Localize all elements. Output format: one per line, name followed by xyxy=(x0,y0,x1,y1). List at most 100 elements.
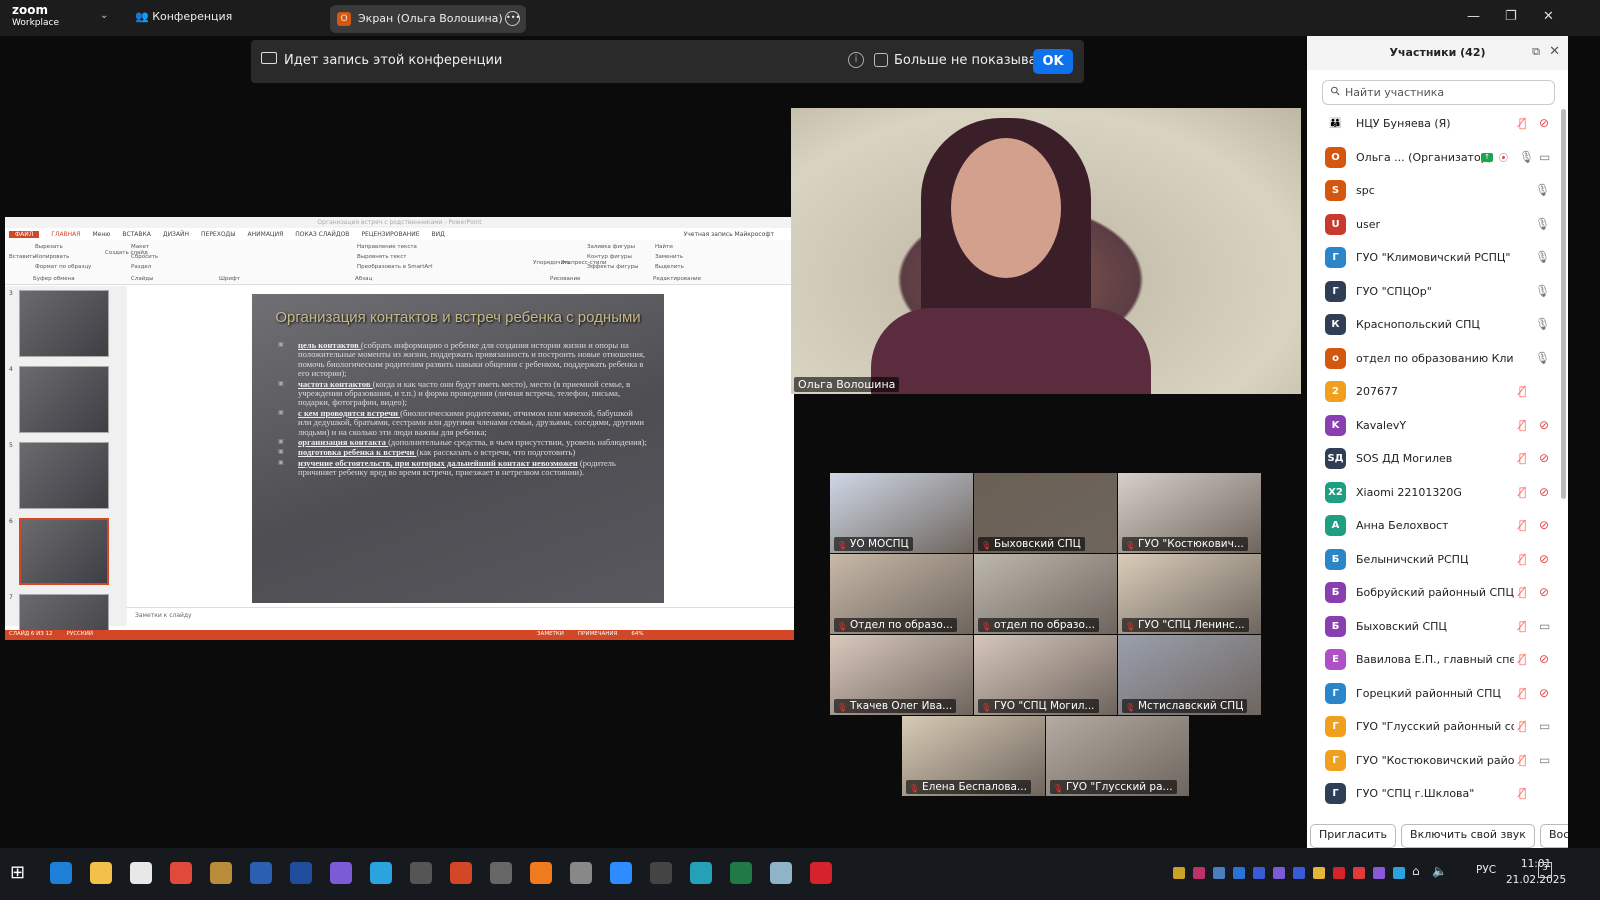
status-button[interactable]: ПРИМЕЧАНИЯ xyxy=(578,631,617,639)
participant-search-input[interactable]: Найти участника xyxy=(1322,80,1555,105)
mic-muted-icon[interactable]: 🎙̸ xyxy=(1519,384,1526,398)
participant-row[interactable]: K KavalevY 🎙̸ ⊘ xyxy=(1307,409,1568,443)
telegram-icon[interactable] xyxy=(370,862,392,884)
mic-muted-icon[interactable]: 🎙̸ xyxy=(1519,451,1526,465)
ribbon-item[interactable]: Эффекты фигуры xyxy=(587,264,639,270)
slide-thumbnail[interactable] xyxy=(19,290,109,357)
clock[interactable]: 11:01 21.02.2025 xyxy=(1506,856,1566,888)
ppt-tab[interactable]: ГЛАВНАЯ xyxy=(51,231,80,238)
viber-icon[interactable] xyxy=(330,862,352,884)
mic-muted-icon[interactable]: 🎙̸ xyxy=(1519,485,1526,499)
slide-canvas[interactable]: Организация контактов и встреч ребенка с… xyxy=(252,294,664,603)
slide-thumbnail[interactable] xyxy=(19,518,109,585)
ribbon-item[interactable]: Найти xyxy=(655,244,673,250)
participant-row[interactable]: Б Белыничский РСПЦ 🎙̸ ⊘ xyxy=(1307,543,1568,577)
ribbon-item[interactable]: Формат по образцу xyxy=(35,264,91,270)
participant-row[interactable]: 👪 НЦУ Буняева (Я) 🎙̸ ⊘ xyxy=(1307,107,1568,141)
participant-row[interactable]: Е Вавилова Е.П., главный специ... 🎙̸ ⊘ xyxy=(1307,643,1568,677)
ribbon-item[interactable]: Заливка фигуры xyxy=(587,244,635,250)
excel-icon[interactable] xyxy=(730,862,752,884)
notifications-icon[interactable]: 3 xyxy=(1538,862,1552,878)
tray-icon[interactable] xyxy=(1233,867,1245,879)
ribbon-item[interactable]: Слайды xyxy=(131,276,153,282)
mic-muted-icon[interactable]: 🎙̸ xyxy=(1519,552,1526,566)
participant-row[interactable]: Б Быховский СПЦ 🎙̸ ▭ xyxy=(1307,610,1568,644)
mic-icon[interactable]: 🎙 xyxy=(1535,250,1550,264)
ribbon-item[interactable]: Сбросить xyxy=(131,254,158,260)
tray-icon[interactable] xyxy=(1273,867,1285,879)
participant-row[interactable]: Г ГУО "СПЦ г.Шклова" 🎙̸ xyxy=(1307,777,1568,811)
ok-button[interactable]: OK xyxy=(1033,49,1073,74)
obs-icon[interactable] xyxy=(650,862,672,884)
tray-icon[interactable] xyxy=(1173,867,1185,879)
ppt-tab[interactable]: Меню xyxy=(92,231,110,238)
participant-row[interactable]: Uuser 🎙 xyxy=(1307,208,1568,242)
mic-icon[interactable]: 🎙 xyxy=(1535,217,1550,231)
video-tile[interactable]: ГУО "СПЦ Могил... 🎙 xyxy=(974,635,1117,715)
tray-icon[interactable] xyxy=(1293,867,1305,879)
mic-muted-icon[interactable]: 🎙̸ xyxy=(1519,719,1526,733)
video-icon[interactable]: ▭ xyxy=(1539,753,1550,767)
mic-icon[interactable]: 🎙 xyxy=(1535,317,1550,331)
media-icon[interactable] xyxy=(570,862,592,884)
ribbon-item[interactable]: Абзац xyxy=(355,276,372,282)
video-tile[interactable]: ГУО "Глусский ра... 🎙 xyxy=(1046,716,1189,796)
ribbon-item[interactable]: Преобразовать в SmartArt xyxy=(357,264,433,270)
restore-button[interactable]: Восстановить xyxy=(1539,824,1568,848)
globe-icon[interactable] xyxy=(690,862,712,884)
tray-icon[interactable] xyxy=(1253,867,1265,879)
participant-row[interactable]: Г ГУО "СПЦОр" 🎙 xyxy=(1307,275,1568,309)
video-tile[interactable]: Быховский СПЦ 🎙 xyxy=(974,473,1117,553)
ribbon-item[interactable]: Выделить xyxy=(655,264,684,270)
status-button[interactable]: ЗАМЕТКИ xyxy=(537,631,564,639)
slide-thumbnail[interactable] xyxy=(19,442,109,509)
windows-icon[interactable]: ⊞ xyxy=(10,862,32,884)
store-icon[interactable] xyxy=(130,862,152,884)
status-button[interactable]: 64% xyxy=(631,631,643,639)
volume-icon[interactable]: 🔈 xyxy=(1432,864,1447,878)
pop-out-icon[interactable]: ⧉ xyxy=(1532,45,1540,59)
tray-icon[interactable] xyxy=(1333,867,1345,879)
ppt-tab[interactable]: ДИЗАЙН xyxy=(163,231,189,238)
ribbon-item[interactable]: Буфер обмена xyxy=(33,276,75,282)
tray-icon[interactable] xyxy=(1393,867,1405,879)
info-icon[interactable] xyxy=(410,862,432,884)
video-tile[interactable]: отдел по образо... 🎙 xyxy=(974,554,1117,634)
account-link[interactable]: Учетная запись Майкрософт xyxy=(684,231,794,238)
mic-muted-icon[interactable]: 🎙̸ xyxy=(1519,585,1526,599)
edge-icon[interactable] xyxy=(50,862,72,884)
word-icon[interactable] xyxy=(250,862,272,884)
mic-icon[interactable]: 🎙 xyxy=(1535,351,1550,365)
ribbon-item[interactable]: Направление текста xyxy=(357,244,417,250)
participant-row[interactable]: О Ольга ... (Организатор) ↑ ⦿ 🎙 ▭ xyxy=(1307,141,1568,175)
info-icon[interactable]: i xyxy=(848,52,864,68)
network-icon[interactable]: ⌂ xyxy=(1412,864,1420,878)
video-icon[interactable]: ▭ xyxy=(1539,619,1550,633)
ribbon-item[interactable]: Шрифт xyxy=(219,276,240,282)
video-tile[interactable]: Елена Беспалова... 🎙 xyxy=(902,716,1045,796)
mic-muted-icon[interactable]: 🎙̸ xyxy=(1519,753,1526,767)
video-off-icon[interactable]: ⊘ xyxy=(1539,451,1549,465)
mic-muted-icon[interactable]: 🎙̸ xyxy=(1519,518,1526,532)
mic-muted-icon[interactable]: 🎙̸ xyxy=(1519,619,1526,633)
screen-share-tab[interactable]: О Экран (Ольга Волошина) ••• xyxy=(330,5,526,33)
video-off-icon[interactable]: ⊘ xyxy=(1539,116,1549,130)
chevron-down-icon[interactable]: ⌄ xyxy=(100,10,108,21)
ribbon-item[interactable]: Контур фигуры xyxy=(587,254,632,260)
video-icon[interactable]: ▭ xyxy=(1539,150,1550,164)
mic-muted-icon[interactable]: 🎙̸ xyxy=(1519,686,1526,700)
ribbon-item[interactable]: Заменить xyxy=(655,254,683,260)
video-off-icon[interactable]: ⊘ xyxy=(1539,652,1549,666)
close-panel-icon[interactable]: ✕ xyxy=(1549,44,1560,59)
ppt-tab[interactable]: РЕЦЕНЗИРОВАНИЕ xyxy=(361,231,419,238)
participant-row[interactable]: SД SOS ДД Могилев 🎙̸ ⊘ xyxy=(1307,442,1568,476)
video-tile[interactable]: Ткачев Олег Ива... 🎙 xyxy=(830,635,973,715)
ppt-tab[interactable]: ВСТАВКА xyxy=(122,231,151,238)
mic-muted-icon[interactable]: 🎙̸ xyxy=(1519,652,1526,666)
acrobat-icon[interactable] xyxy=(810,862,832,884)
participant-row[interactable]: Г ГУО "Климовичский РСПЦ" 🎙 xyxy=(1307,241,1568,275)
participant-row[interactable]: о отдел по образованию Климович... 🎙 xyxy=(1307,342,1568,376)
meeting-menu[interactable]: 👥 Конференция xyxy=(135,10,232,23)
slide-thumbnail[interactable] xyxy=(19,366,109,433)
ppt-tab[interactable]: ПОКАЗ СЛАЙДОВ xyxy=(295,231,349,238)
